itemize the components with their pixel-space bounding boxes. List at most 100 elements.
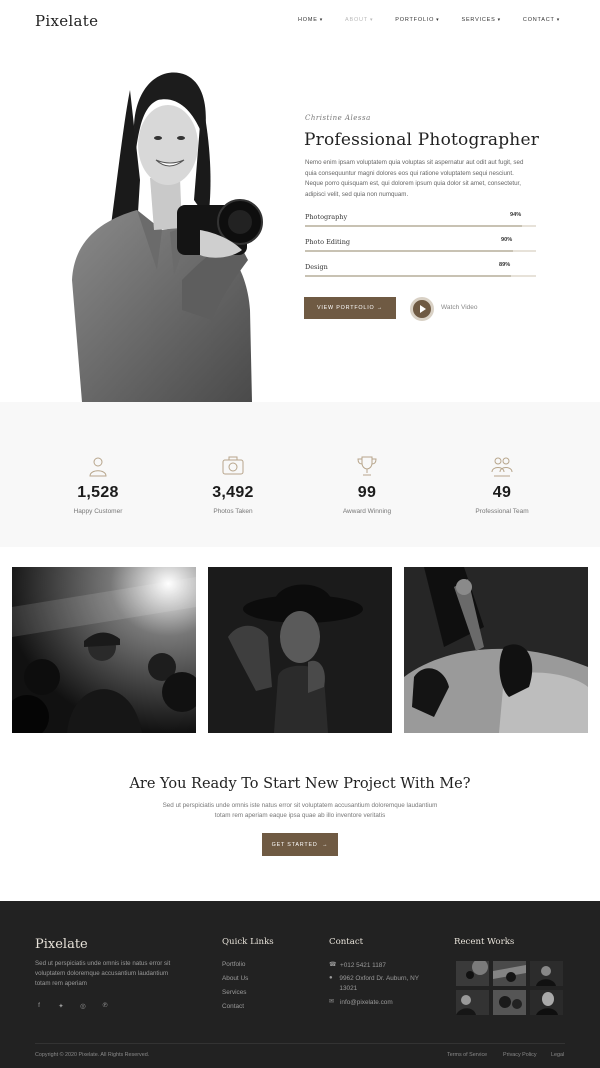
contact-address-text: 9962 Oxford Dr. Auburn, NY 13021 <box>339 975 419 992</box>
cta-title: Are You Ready To Start New Project With … <box>129 776 471 792</box>
stat-label: Awward Winning <box>342 508 392 515</box>
terms-link[interactable]: Terms of Service <box>447 1052 487 1058</box>
copyright: Copyright © 2020 Pixelate. All Rights Re… <box>35 1052 150 1058</box>
gallery-image-concert[interactable] <box>12 567 196 733</box>
skill-fill <box>305 250 513 252</box>
skill-fill <box>305 225 523 227</box>
recent-work-thumb[interactable] <box>530 990 563 1015</box>
footer-divider <box>35 1043 565 1044</box>
footer-link-about[interactable]: About Us <box>222 975 248 982</box>
skill-percent: 90% <box>501 237 513 243</box>
team-icon <box>491 457 513 477</box>
quick-links-title: Quick Links <box>222 937 274 947</box>
stat-number: 3,492 <box>212 484 254 501</box>
skill-label: Design <box>305 263 328 271</box>
arrow-right-icon: → <box>322 841 329 848</box>
nav-contact[interactable]: CONTACT ▾ <box>523 17 560 23</box>
stat-award-winning: 99 Awward Winning <box>307 454 427 515</box>
hero-title: Professional Photographer <box>304 130 540 150</box>
skill-label: Photography <box>305 213 348 221</box>
legal-link[interactable]: Legal <box>551 1052 564 1058</box>
recent-work-thumb[interactable] <box>493 961 526 986</box>
nav-contact-label: CONTACT <box>522 17 555 23</box>
camera-icon <box>222 456 244 475</box>
stat-number: 49 <box>492 484 512 501</box>
stat-professional-team: 49 Professional Team <box>442 454 562 515</box>
recent-work-thumb[interactable] <box>456 990 489 1015</box>
nav-about[interactable]: ABOUT ▾ <box>345 17 373 23</box>
nav-about-label: ABOUT <box>345 17 368 23</box>
get-started-button[interactable]: GET STARTED → <box>262 833 338 856</box>
nav-services-label: SERVICES <box>461 17 496 23</box>
stat-label: Professional Team <box>475 508 529 515</box>
contact-address: ● 9962 Oxford Dr. Auburn, NY 13021 <box>329 974 429 993</box>
get-started-label: GET STARTED <box>271 841 318 848</box>
social-links: f ✦ ◎ ℗ <box>35 1002 109 1010</box>
nav-home-label: HOME <box>298 17 318 23</box>
skill-percent: 94% <box>510 212 522 218</box>
gallery-image-tattoo[interactable] <box>404 567 588 733</box>
chevron-down-icon: ▾ <box>497 17 501 23</box>
skill-percent: 89% <box>499 262 511 268</box>
nav-home[interactable]: HOME ▾ <box>298 17 323 23</box>
site-header: Pixelate HOME ▾ ABOUT ▾ PORTFOLIO ▾ SERVICE… <box>0 0 600 44</box>
chevron-down-icon: ▾ <box>436 17 440 23</box>
envelope-icon: ✉ <box>329 999 335 1005</box>
stat-number: 99 <box>357 484 377 501</box>
contact-email-text: info@pixelate.com <box>340 999 393 1006</box>
privacy-link[interactable]: Privacy Policy <box>503 1052 537 1058</box>
site-footer: Pixelate Sed ut perspiciatis unde omnis … <box>0 901 600 1068</box>
recent-work-thumb[interactable] <box>456 961 489 986</box>
footer-link-contact[interactable]: Contact <box>222 1003 244 1010</box>
footer-about: Sed ut perspiciatis unde omnis iste natu… <box>35 960 171 988</box>
trophy-icon <box>357 456 377 476</box>
chevron-down-icon: ▾ <box>556 17 561 23</box>
stat-happy-customer: 1,528 Happy Customer <box>38 454 158 515</box>
footer-link-portfolio[interactable]: Portfolio <box>222 961 245 968</box>
main-nav: HOME ▾ ABOUT ▾ PORTFOLIO ▾ SERVICES ▾ CONTAC… <box>298 17 582 23</box>
chevron-down-icon: ▾ <box>369 17 374 23</box>
skill-fill <box>305 275 511 277</box>
cta-description: Sed ut perspiciatis unde omnis iste natu… <box>162 802 438 820</box>
arrow-right-icon: → <box>376 305 384 311</box>
recent-works-title: Recent Works <box>454 937 515 947</box>
view-portfolio-button[interactable]: VIEW PORTFOLIO → <box>304 297 396 319</box>
chevron-down-icon: ▾ <box>319 17 324 23</box>
stat-label: Happy Customer <box>73 508 123 515</box>
nav-portfolio[interactable]: PORTFOLIO ▾ <box>395 17 439 23</box>
skill-track <box>305 275 536 277</box>
instagram-icon[interactable]: ◎ <box>79 1002 87 1010</box>
play-icon <box>420 305 426 313</box>
gallery-image-woman-hat[interactable] <box>208 567 392 733</box>
skill-track <box>305 225 536 227</box>
stat-photos-taken: 3,492 Photos Taken <box>173 454 293 515</box>
site-logo[interactable]: Pixelate <box>35 12 98 30</box>
skill-track <box>305 250 536 252</box>
hero-description: Nemo enim ipsam voluptatem quia voluptas… <box>305 159 524 198</box>
contact-title: Contact <box>329 937 364 947</box>
contact-phone-text: +012 5421 1187 <box>340 962 386 969</box>
play-video-button[interactable] <box>410 297 434 321</box>
facebook-icon[interactable]: f <box>35 1002 43 1010</box>
photographer-portrait <box>72 72 263 402</box>
map-pin-icon: ● <box>329 975 333 981</box>
nav-portfolio-label: PORTFOLIO <box>395 17 435 23</box>
stat-number: 1,528 <box>77 484 119 501</box>
recent-work-thumb[interactable] <box>493 990 526 1015</box>
user-icon <box>89 457 107 477</box>
phone-icon: ☎ <box>329 962 337 968</box>
recent-work-thumb[interactable] <box>530 961 563 986</box>
twitter-icon[interactable]: ✦ <box>57 1002 65 1010</box>
contact-phone: ☎ +012 5421 1187 <box>329 961 386 971</box>
contact-email[interactable]: ✉ info@pixelate.com <box>329 998 393 1008</box>
skill-label: Photo Editing <box>305 238 351 246</box>
watch-video-link[interactable]: Watch Video <box>441 304 478 311</box>
pinterest-icon[interactable]: ℗ <box>101 1002 109 1010</box>
stat-label: Photos Taken <box>213 508 253 515</box>
stats-section: 1,528 Happy Customer 3,492 Photos Taken … <box>0 402 600 547</box>
view-portfolio-label: VIEW PORTFOLIO <box>316 305 375 311</box>
signature: Christine Alessa <box>305 114 371 122</box>
footer-logo[interactable]: Pixelate <box>35 937 88 952</box>
footer-link-services[interactable]: Services <box>222 989 247 996</box>
nav-services[interactable]: SERVICES ▾ <box>461 17 500 23</box>
